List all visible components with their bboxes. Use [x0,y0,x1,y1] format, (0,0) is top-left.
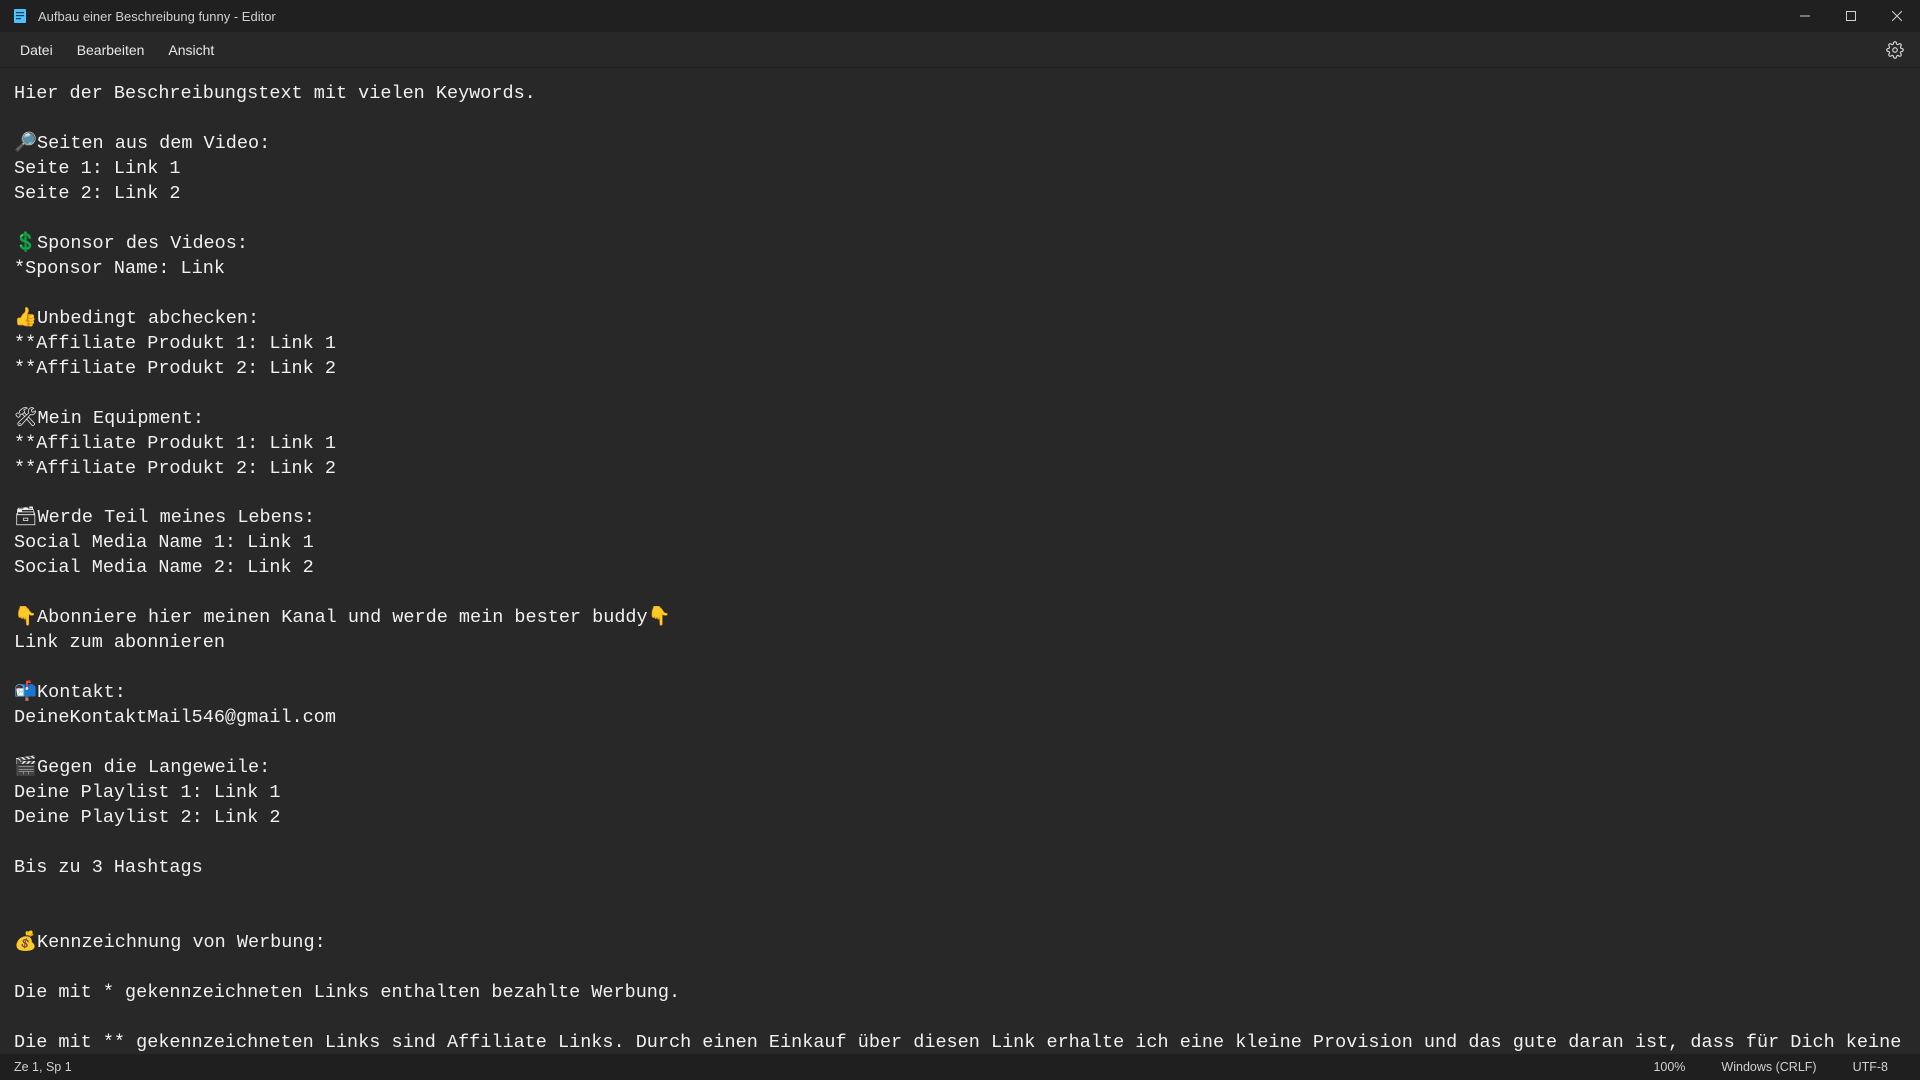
status-line-ending[interactable]: Windows (CRLF) [1703,1060,1834,1074]
menubar: Datei Bearbeiten Ansicht [0,32,1920,68]
menu-file[interactable]: Datei [8,36,65,64]
menu-view[interactable]: Ansicht [156,36,226,64]
settings-button[interactable] [1878,33,1912,67]
minimize-button[interactable] [1782,0,1828,32]
statusbar: Ze 1, Sp 1 100% Windows (CRLF) UTF-8 [0,1054,1920,1080]
notepad-app-icon [12,8,28,24]
editor-textarea[interactable]: Hier der Beschreibungstext mit vielen Ke… [0,68,1920,1054]
status-cursor-position: Ze 1, Sp 1 [14,1060,72,1074]
maximize-button[interactable] [1828,0,1874,32]
window-title: Aufbau einer Beschreibung funny - Editor [38,9,276,24]
close-button[interactable] [1874,0,1920,32]
menu-edit[interactable]: Bearbeiten [65,36,157,64]
titlebar[interactable]: Aufbau einer Beschreibung funny - Editor [0,0,1920,32]
status-encoding[interactable]: UTF-8 [1835,1060,1906,1074]
status-zoom[interactable]: 100% [1635,1060,1703,1074]
